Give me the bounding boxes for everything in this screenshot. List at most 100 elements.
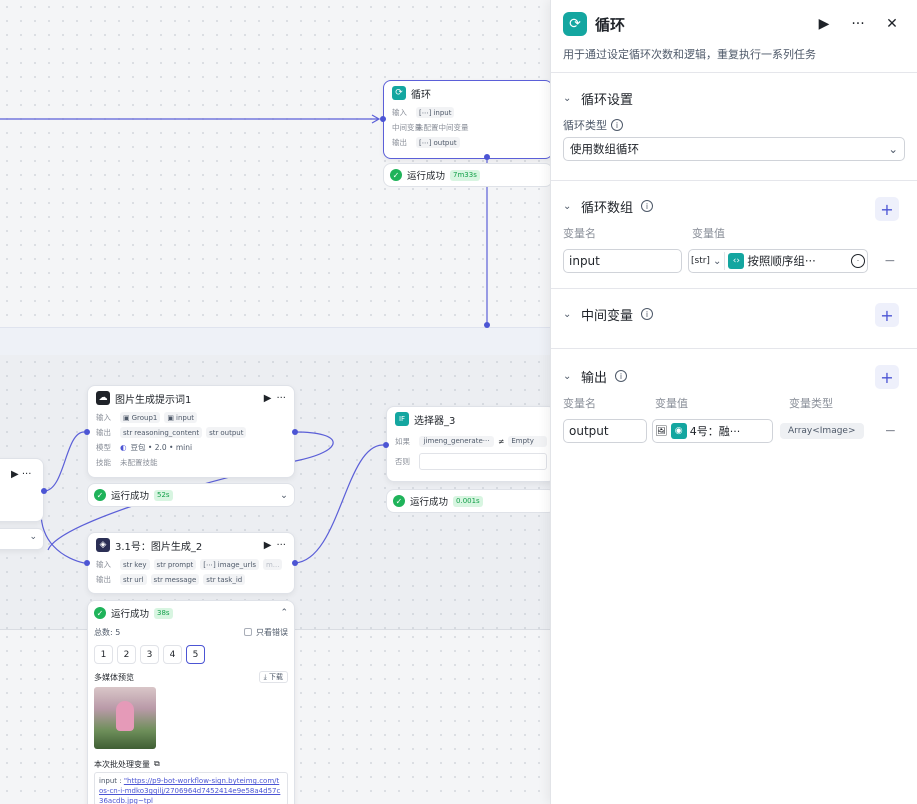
only-errors-checkbox[interactable] xyxy=(244,628,252,636)
remove-array-button[interactable]: − xyxy=(884,253,896,269)
loop-node[interactable]: ⟳ 循环 输入 [⋯] input 中间变量 未配置中间变量 输出 [⋯] output xyxy=(383,80,553,159)
check-icon: ✓ xyxy=(94,489,106,501)
loop-settings-header[interactable]: ⌄ 循环设置 xyxy=(563,81,905,115)
partial-node[interactable]: ▶ ··· xyxy=(0,458,44,522)
input-port[interactable] xyxy=(84,560,90,566)
output-port[interactable] xyxy=(292,429,298,435)
time-badge: 7m33s xyxy=(450,169,480,181)
loop-status[interactable]: ✓ 运行成功 7m33s xyxy=(383,163,553,187)
more-icon[interactable]: ··· xyxy=(276,393,286,404)
run-icon[interactable]: ▶ ··· xyxy=(11,469,31,480)
total-count: 总数: 5 xyxy=(94,627,121,637)
batch-vars-header: 本次批处理变量 ⧉ xyxy=(94,759,160,769)
page-button-active[interactable]: 5 xyxy=(186,645,205,664)
image-gen-result[interactable]: ✓ 运行成功 38s ⌃ 总数: 5 只看错误 12345 多媒体预览 ⤓ 下载… xyxy=(87,600,295,804)
more-icon[interactable]: ··· xyxy=(845,16,871,32)
loop-body-port[interactable] xyxy=(484,322,490,328)
array-value-text: 按照顺序组··· xyxy=(747,254,816,268)
check-icon: ✓ xyxy=(390,169,402,181)
prompt-status[interactable]: ✓ 运行成功 52s ⌄ xyxy=(87,483,295,507)
input-port[interactable] xyxy=(383,442,389,448)
if-icon: IF xyxy=(395,412,409,426)
var-type-label: 变量类型 xyxy=(789,397,833,410)
output-port[interactable] xyxy=(484,154,490,160)
output-label: 输出 xyxy=(96,575,111,584)
array-var-value[interactable]: [str] ⌄ ‹› 按照顺序组··· · xyxy=(688,249,868,273)
close-icon[interactable]: ✕ xyxy=(879,16,905,32)
output-port[interactable] xyxy=(292,560,298,566)
status-text: 运行成功 xyxy=(410,497,449,508)
type-select[interactable]: [str] xyxy=(691,256,710,266)
run-icon[interactable]: ▶ xyxy=(264,540,272,551)
reference-icon[interactable]: · xyxy=(851,254,865,268)
var-name-label: 变量名 xyxy=(563,227,596,240)
page-button[interactable]: 2 xyxy=(117,645,136,664)
preview-figure xyxy=(116,701,134,731)
chevron-down-icon[interactable]: ⌄ xyxy=(29,532,37,542)
else-label: 否则 xyxy=(395,456,410,466)
condition-right: Empty xyxy=(508,435,547,447)
preview-image[interactable] xyxy=(94,687,156,749)
prompt-node[interactable]: ☁ 图片生成提示词1 ▶ ··· 输入 ▣ Group1 ▣ input 输出 str reaso… xyxy=(87,385,295,478)
mid-vars-section: ⌄ 中间变量 i + xyxy=(551,288,917,348)
add-output-button[interactable]: + xyxy=(875,365,899,389)
node-ref-icon: ◉ xyxy=(670,423,687,439)
else-box xyxy=(419,452,547,470)
output-port[interactable] xyxy=(41,488,47,494)
chevron-down-icon[interactable]: ⌄ xyxy=(280,490,288,501)
node-title: 3.1号：图片生成_2 xyxy=(115,541,203,553)
page-button[interactable]: 1 xyxy=(94,645,113,664)
var-tag: [⋯] image_urls xyxy=(200,559,259,570)
node-title: 选择器_3 xyxy=(414,415,456,427)
selector-node[interactable]: IF 选择器_3 如果 jimeng_generate··· ≠ Empty 否则 xyxy=(386,406,556,482)
add-array-button[interactable]: + xyxy=(875,197,899,221)
status-text: 运行成功 xyxy=(111,491,150,502)
page-button[interactable]: 3 xyxy=(140,645,159,664)
download-button[interactable]: ⤓ 下载 xyxy=(258,671,288,683)
only-errors-label[interactable]: 只看错误 xyxy=(256,627,288,638)
check-icon: ✓ xyxy=(393,495,405,507)
input-link[interactable]: "https://p9-bot-workflow-sign.byteimg.co… xyxy=(99,777,280,804)
mid-label: 中间变量 xyxy=(392,123,422,132)
if-label: 如果 xyxy=(395,436,410,446)
loop-settings-section: ⌄ 循环设置 循环类型 i 使用数组循环 ⌄ xyxy=(551,72,917,180)
array-var-name-input[interactable]: input xyxy=(563,249,682,273)
input-port[interactable] xyxy=(380,116,386,122)
more-icon[interactable]: ··· xyxy=(276,540,286,551)
image-gen-node[interactable]: ◈ 3.1号：图片生成_2 ▶ ··· 输入 str key str prompt [⋯] ima… xyxy=(87,532,295,594)
llm-icon: ☁ xyxy=(96,391,110,405)
output-label: 输出 xyxy=(96,428,111,437)
panel-title: 循环 xyxy=(595,15,626,34)
time-badge: 52s xyxy=(154,489,173,501)
loop-array-header[interactable]: ⌄ 循环数组 i xyxy=(563,189,905,223)
selector-status[interactable]: ✓ 运行成功 0.001s xyxy=(386,489,556,513)
info-icon: i xyxy=(611,119,623,131)
loop-icon: ⟳ xyxy=(563,12,587,36)
loop-type-select[interactable]: 使用数组循环 ⌄ xyxy=(563,137,905,161)
skill-label: 技能 xyxy=(96,458,111,467)
chevron-up-icon[interactable]: ⌃ xyxy=(280,608,288,618)
output-var-name-input[interactable]: output xyxy=(563,419,647,443)
mid-vars-header[interactable]: ⌄ 中间变量 i xyxy=(563,297,905,331)
chevron-down-icon: ⌄ xyxy=(712,255,722,267)
status-text: 运行成功 xyxy=(111,609,150,620)
output-section: ⌄ 输出 i + 变量名 变量值 变量类型 output 🖼 ◉ 4号：融··· Arr… xyxy=(551,348,917,458)
remove-output-button[interactable]: − xyxy=(885,423,897,439)
add-mid-var-button[interactable]: + xyxy=(875,303,899,327)
partial-node-status[interactable]: ⌄ xyxy=(0,528,44,550)
run-icon[interactable]: ▶ xyxy=(811,16,837,32)
var-name-label: 变量名 xyxy=(563,397,596,410)
var-tag: ▣ input xyxy=(164,412,198,423)
var-tag: str url xyxy=(120,574,147,585)
input-port[interactable] xyxy=(84,429,90,435)
run-icon[interactable]: ▶ xyxy=(264,393,272,404)
page-button[interactable]: 4 xyxy=(163,645,182,664)
var-tag: [⋯] output xyxy=(416,137,460,148)
output-var-value[interactable]: 🖼 ◉ 4号：融··· xyxy=(652,419,773,443)
model-value: 豆包 • 2.0 • mini xyxy=(130,443,193,452)
output-header[interactable]: ⌄ 输出 i xyxy=(563,359,905,393)
chevron-down-icon: ⌄ xyxy=(563,370,572,382)
output-label: 输出 xyxy=(392,138,407,147)
var-tag: str output xyxy=(206,427,247,438)
var-tag: str prompt xyxy=(153,559,197,570)
